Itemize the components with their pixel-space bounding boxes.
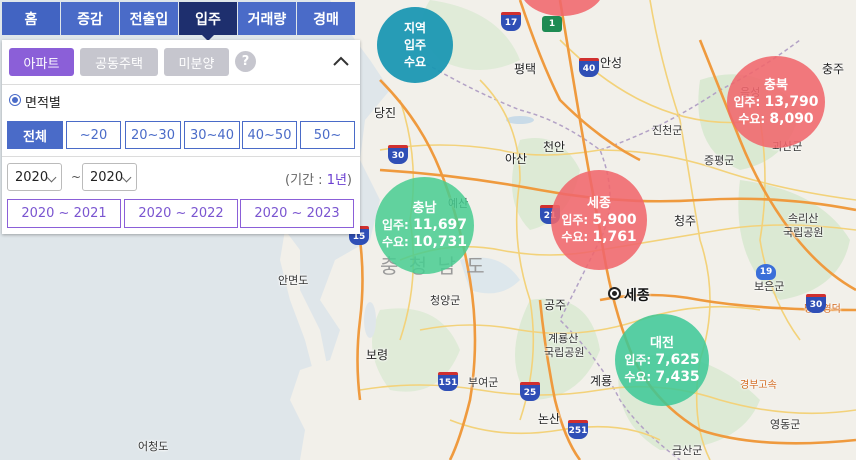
filter-mode-label: 면적별	[25, 96, 61, 111]
top-nav: 홈 증감 전출입 입주 거래량 경매	[2, 2, 356, 41]
region-supply: 입주: 13,790	[733, 93, 819, 110]
map-label-gyeryongsan-park: 국립공원	[544, 346, 585, 359]
map-label-cheongyang: 청양군	[430, 294, 461, 307]
legend-line-supply: 입주	[403, 37, 427, 52]
filter-mode-radio[interactable]	[9, 94, 21, 106]
map-label-sejong[interactable]: 세종	[624, 285, 650, 305]
region-name: 충북	[764, 77, 788, 93]
map-label-geumsan: 금산군	[672, 444, 703, 457]
route-shield-151: 151	[438, 372, 458, 391]
legend-line-demand: 수요	[403, 54, 427, 69]
route-shield-1: 1	[542, 16, 562, 32]
region-name: 대전	[650, 335, 674, 351]
range-button-2020-2023[interactable]: 2020 ~ 2023	[240, 199, 354, 228]
map-label-yeongdong: 영동군	[770, 418, 801, 431]
legend-line-region: 지역	[403, 20, 427, 35]
help-icon[interactable]: ?	[235, 51, 256, 72]
range-button-2020-2021[interactable]: 2020 ~ 2021	[7, 199, 121, 228]
year-to-select[interactable]: 2020	[82, 163, 137, 191]
region-name: 충남	[412, 201, 437, 216]
divider	[2, 156, 360, 157]
region-bubble-sejong[interactable]: 세종 입주: 5,900 수요: 1,761	[551, 170, 647, 270]
map-label-gongju: 공주	[544, 298, 567, 312]
type-apartment-button[interactable]: 아파트	[9, 48, 74, 76]
year-from-select[interactable]: 2020	[7, 163, 62, 191]
map-label-anmyeon: 안면도	[278, 274, 309, 287]
period-display: (기간 : 1년)	[285, 173, 352, 188]
area-button-over-50[interactable]: 50~	[300, 121, 355, 149]
map-label-nonsan: 논산	[538, 412, 561, 426]
route-shield-17: 17	[501, 12, 521, 31]
region-supply: 입주: 5,900	[561, 211, 637, 228]
map-label-boeun: 보은군	[754, 280, 785, 293]
route-shield-30: 30	[388, 145, 408, 164]
area-button-under-20[interactable]: ~20	[66, 121, 121, 149]
route-shield-40: 40	[579, 58, 599, 77]
map-label-gyeongbu-highway: 경부고속	[740, 380, 777, 391]
tab-migration[interactable]: 전출입	[120, 2, 178, 35]
map-label-eocheongdo: 어청도	[138, 440, 169, 453]
route-shield-251: 251	[568, 420, 588, 439]
map-label-buyeo: 부여군	[468, 376, 499, 389]
area-button-40-50[interactable]: 40~50	[242, 121, 297, 149]
area-button-all[interactable]: 전체	[7, 121, 63, 149]
chevron-up-icon[interactable]	[330, 50, 352, 72]
divider	[2, 84, 360, 85]
map-label-pyeongtaek: 평택	[514, 62, 537, 76]
region-demand: 수요: 10,731	[381, 234, 468, 250]
region-demand: 수요: 8,090	[738, 110, 814, 127]
sejong-city-marker[interactable]	[608, 287, 621, 300]
map-label-songnisan-park: 국립공원	[783, 226, 824, 239]
tab-move-in[interactable]: 입주	[179, 2, 237, 41]
map-label-asan: 아산	[505, 152, 528, 166]
region-bubble-chungbuk[interactable]: 충북 입주: 13,790 수요: 8,090	[727, 56, 825, 148]
region-demand: 수요: 1,761	[561, 228, 637, 245]
region-bubble-chungnam[interactable]: 충남 입주: 11,697 수요: 10,731	[375, 177, 474, 274]
map-label-anseong: 안성	[600, 56, 623, 70]
region-demand: 수요: 7,435	[624, 368, 700, 385]
legend-bubble: 지역 입주 수요	[377, 7, 453, 83]
map-label-cheonan: 천안	[543, 140, 566, 154]
year-to-value: 2020	[90, 169, 124, 185]
type-unsold-button[interactable]: 미분양	[164, 48, 229, 76]
route-shield-30b: 30	[806, 294, 826, 313]
map-label-dangjin: 당진	[374, 106, 397, 120]
range-button-2020-2022[interactable]: 2020 ~ 2022	[124, 199, 238, 228]
region-supply: 입주: 11,697	[381, 217, 468, 233]
route-shield-19: 19	[756, 264, 776, 280]
area-button-30-40[interactable]: 30~40	[184, 121, 240, 149]
tab-change[interactable]: 증감	[61, 2, 119, 35]
map-label-jincheon: 진천군	[652, 124, 683, 137]
tab-auction[interactable]: 경매	[297, 2, 355, 35]
route-shield-25: 25	[520, 382, 540, 401]
map-label-chungju: 충주	[822, 62, 845, 76]
type-multi-housing-button[interactable]: 공동주택	[80, 48, 158, 76]
filter-panel: 아파트 공동주택 미분양 ? 면적별 전체 ~20 20~30 30~40 40…	[2, 40, 360, 234]
map-label-jeungpyeong: 증평군	[704, 154, 735, 167]
year-range-separator: ~	[71, 170, 82, 184]
tab-transactions[interactable]: 거래량	[238, 2, 296, 35]
region-name: 세종	[587, 195, 611, 211]
area-button-20-30[interactable]: 20~30	[125, 121, 181, 149]
year-from-value: 2020	[15, 169, 49, 185]
map-label-cheongju: 청주	[674, 214, 697, 228]
region-bubble-daejeon[interactable]: 대전 입주: 7,625 수요: 7,435	[615, 314, 709, 406]
map-label-gyeryong: 계룡	[590, 374, 613, 388]
tab-home[interactable]: 홈	[2, 2, 60, 35]
region-supply: 입주: 7,625	[624, 351, 700, 368]
map-label-boryeong: 보령	[366, 348, 389, 362]
